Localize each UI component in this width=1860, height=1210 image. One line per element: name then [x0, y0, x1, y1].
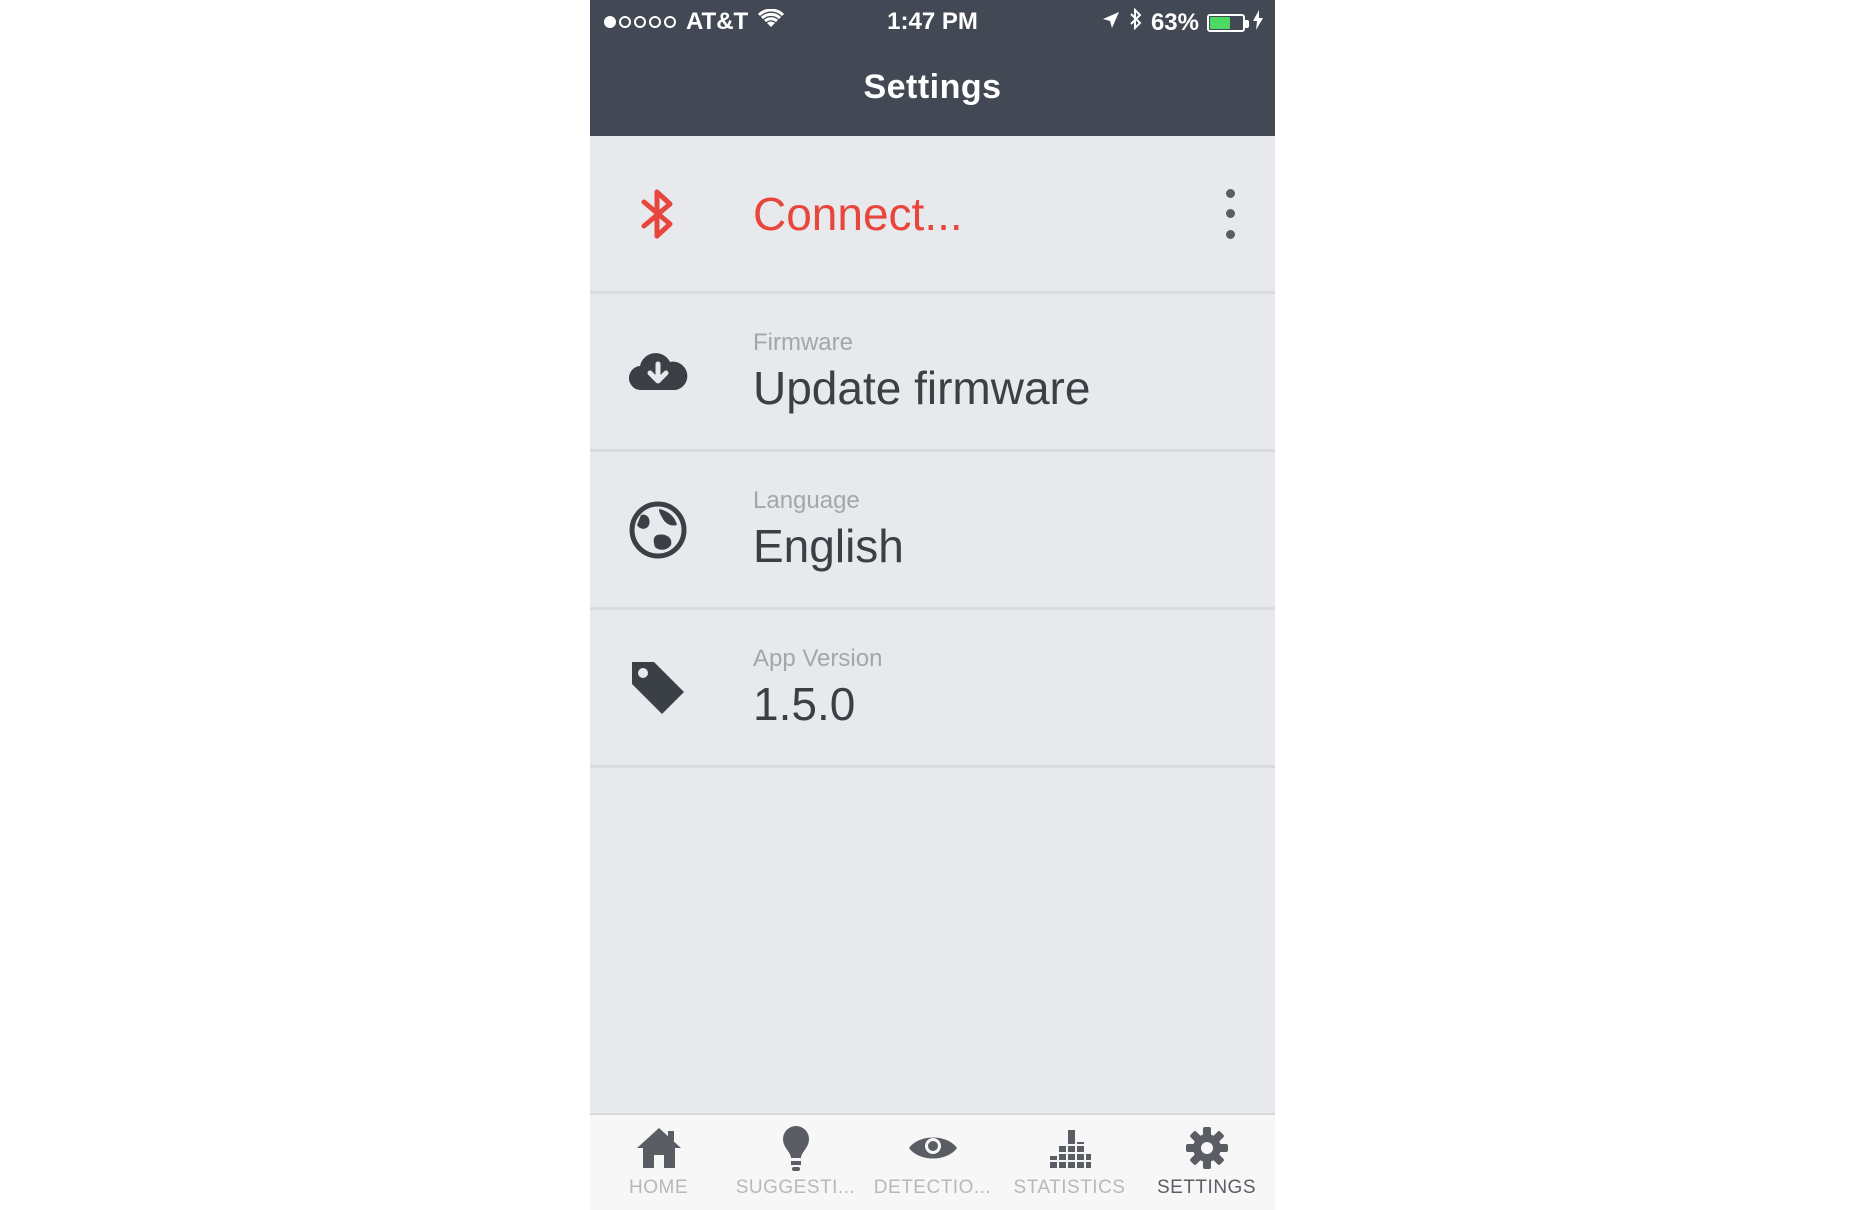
firmware-value: Update firmware — [753, 361, 1091, 414]
home-icon — [631, 1123, 687, 1173]
bluetooth-status-icon — [1129, 7, 1143, 37]
kebab-dot — [1225, 188, 1235, 198]
connect-row[interactable]: Connect... — [590, 136, 1275, 294]
statistics-icon — [1042, 1123, 1098, 1173]
tab-label: STATISTICS — [1013, 1177, 1126, 1198]
language-label: Language — [753, 486, 860, 514]
language-value: English — [753, 519, 904, 572]
firmware-label: Firmware — [753, 328, 853, 356]
settings-list: Connect... Firmware Update firmware Lang… — [590, 136, 1275, 768]
bluetooth-icon — [628, 184, 688, 244]
tab-settings[interactable]: SETTINGS — [1138, 1115, 1275, 1210]
more-options-icon[interactable] — [1225, 188, 1235, 239]
top-bar: AT&T 1:47 PM 63% Settings — [590, 0, 1275, 136]
tab-label: DETECTIO... — [873, 1177, 992, 1198]
tab-statistics[interactable]: STATISTICS — [1001, 1115, 1138, 1210]
tab-detection[interactable]: DETECTIO... — [864, 1115, 1001, 1210]
lightbulb-icon — [768, 1123, 824, 1173]
tab-bar: HOME SUGGESTI... DETECTIO... STATISTICS … — [590, 1113, 1275, 1210]
globe-icon — [628, 500, 688, 560]
version-value: 1.5.0 — [753, 677, 856, 730]
status-bar: AT&T 1:47 PM 63% — [590, 0, 1275, 44]
status-right: 63% — [1101, 7, 1263, 37]
charging-bolt-icon — [1253, 9, 1263, 37]
kebab-dot — [1225, 209, 1235, 218]
connect-text: Connect... — [753, 187, 963, 241]
gear-icon — [1179, 1123, 1235, 1173]
location-arrow-icon — [1101, 9, 1121, 37]
tab-label: HOME — [629, 1177, 688, 1198]
version-label: App Version — [753, 644, 883, 672]
battery-icon — [1207, 13, 1249, 32]
cloud-download-icon — [628, 342, 688, 402]
phone-screen: AT&T 1:47 PM 63% Settings Connect... Fir… — [590, 0, 1275, 1210]
battery-fill — [1210, 16, 1230, 29]
language-text: Language English — [753, 487, 904, 573]
firmware-text: Firmware Update firmware — [753, 329, 1090, 415]
tab-label: SETTINGS — [1156, 1177, 1256, 1198]
kebab-dot — [1225, 229, 1235, 239]
version-row: App Version 1.5.0 — [590, 610, 1275, 768]
tag-icon — [628, 658, 688, 718]
firmware-row[interactable]: Firmware Update firmware — [590, 294, 1275, 452]
tab-suggestions[interactable]: SUGGESTI... — [727, 1115, 864, 1210]
battery-percent: 63% — [1150, 8, 1199, 36]
page-title: Settings — [863, 68, 1002, 106]
tab-label: SUGGESTI... — [735, 1177, 856, 1198]
battery-nub — [1245, 19, 1249, 28]
tab-home[interactable]: HOME — [590, 1115, 727, 1210]
version-text: App Version 1.5.0 — [753, 645, 882, 731]
language-row[interactable]: Language English — [590, 452, 1275, 610]
connect-label: Connect... — [753, 187, 963, 240]
eye-icon — [905, 1123, 961, 1173]
